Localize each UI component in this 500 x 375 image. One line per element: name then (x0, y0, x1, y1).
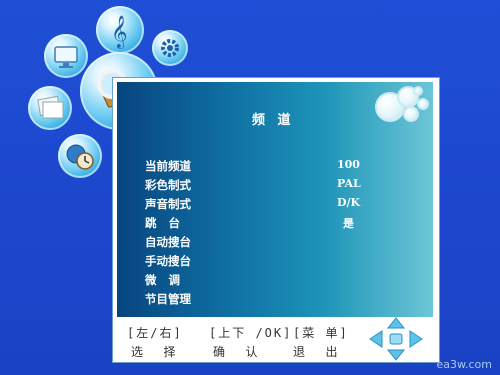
menu-item-manual-search[interactable]: 手动搜台 (145, 253, 191, 269)
menu-title: 频 道 (252, 113, 295, 128)
hint-action-confirm: 确 认 (213, 345, 260, 359)
hint-action-select: 选 择 (131, 345, 178, 359)
menu-item-sound-system[interactable]: 声音制式 (145, 196, 191, 212)
menu-item-auto-search[interactable]: 自动搜台 (145, 234, 191, 250)
music-note-icon: 𝄞 (111, 15, 128, 49)
hint-key-menu: [菜 单] (293, 326, 349, 340)
bubble-music[interactable]: 𝄞 (96, 6, 144, 54)
decor-bubble-small (403, 106, 419, 122)
menu-item-program-management[interactable]: 节目管理 (145, 291, 191, 307)
svg-text:𝄞: 𝄞 (111, 15, 128, 49)
menu-item-fine-tune[interactable]: 微 调 (145, 272, 180, 288)
menu-item-current-channel[interactable]: 当前频道 (145, 158, 191, 174)
hint-key-left-right: [左/右] (127, 326, 183, 340)
photo-icon (37, 95, 64, 119)
menu-content: 频 道 当前频道 100 彩色制式 PAL 声音制式 D/K 跳 台 是 自动搜… (117, 82, 433, 317)
value-color-system: PAL (337, 177, 361, 190)
value-sound-system: D/K (337, 196, 361, 209)
watermark: ea3w.com (436, 358, 492, 371)
decor-bubble-tiny (413, 86, 423, 96)
bubble-photo[interactable] (28, 86, 72, 130)
hint-action-exit: 退 出 (293, 345, 340, 359)
menu-item-skip[interactable]: 跳 台 (145, 215, 180, 231)
globe-clock-icon (66, 144, 94, 170)
navigation-arrows-icon (369, 317, 423, 361)
value-current-channel: 100 (337, 158, 360, 171)
bubble-time[interactable] (58, 134, 102, 178)
menu-item-color-system[interactable]: 彩色制式 (145, 177, 191, 193)
hint-key-up-down-ok: [上下 /OK] (209, 326, 293, 340)
decor-bubble-tiny (417, 98, 429, 110)
value-skip: 是 (343, 217, 354, 230)
